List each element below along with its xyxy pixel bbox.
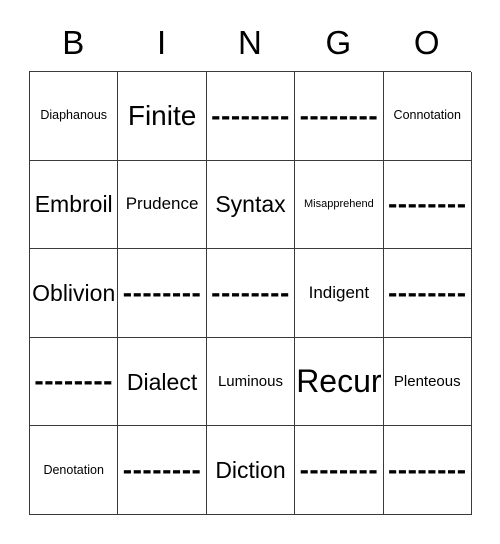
bingo-cell-label: --------: [122, 276, 202, 308]
bingo-cell-label: --------: [387, 188, 467, 220]
bingo-cell-label: --------: [211, 276, 290, 308]
bingo-header-letter-b: B: [62, 24, 85, 61]
bingo-header-letter-o: O: [413, 24, 440, 61]
bingo-cell[interactable]: Misapprehend: [295, 160, 384, 250]
bingo-cell-label: Embroil: [34, 191, 113, 218]
bingo-cell-label: --------: [299, 99, 379, 131]
bingo-cell[interactable]: Denotation: [30, 426, 119, 515]
bingo-cell-label: Recur: [296, 362, 382, 399]
bingo-cell-label: --------: [387, 453, 467, 485]
bingo-cell[interactable]: Recur: [295, 337, 384, 427]
bingo-cell[interactable]: --------: [383, 426, 472, 515]
bingo-cell[interactable]: --------: [206, 249, 296, 338]
bingo-cell[interactable]: Diction: [206, 426, 296, 515]
bingo-cell[interactable]: Prudence: [118, 160, 207, 250]
bingo-cell[interactable]: Finite: [118, 72, 207, 161]
bingo-cell[interactable]: --------: [295, 72, 384, 161]
bingo-cell-label: --------: [211, 99, 290, 131]
bingo-cell-label: --------: [299, 453, 379, 485]
bingo-cell-label: Plenteous: [393, 372, 461, 390]
bingo-row: Oblivion -------- -------- Indigent ----…: [30, 249, 472, 338]
bingo-cell[interactable]: Oblivion: [30, 249, 119, 338]
bingo-cell-label: Denotation: [43, 462, 104, 477]
bingo-header-letter-g: G: [325, 24, 352, 61]
bingo-header-letter-i: I: [157, 24, 167, 61]
bingo-row: Denotation -------- Diction -------- ---…: [30, 426, 472, 515]
bingo-row: -------- Dialect Luminous Recur Plenteou…: [30, 337, 472, 427]
bingo-cell[interactable]: Dialect: [118, 337, 207, 427]
bingo-grid: Diaphanous Finite -------- -------- Conn…: [29, 71, 472, 515]
bingo-cell[interactable]: Syntax: [206, 160, 296, 250]
bingo-cell-label: Prudence: [125, 194, 199, 214]
bingo-cell[interactable]: Embroil: [30, 160, 119, 250]
bingo-cell-label: Luminous: [217, 372, 283, 390]
bingo-cell[interactable]: --------: [295, 426, 384, 515]
bingo-header-letter-n: N: [238, 24, 262, 61]
bingo-cell-label: Oblivion: [32, 279, 116, 306]
bingo-row: Embroil Prudence Syntax Misapprehend ---…: [30, 160, 472, 250]
bingo-cell[interactable]: --------: [118, 249, 207, 338]
bingo-cell[interactable]: Diaphanous: [30, 72, 119, 161]
bingo-row: Diaphanous Finite -------- -------- Conn…: [30, 72, 472, 161]
bingo-cell-label: Dialect: [126, 368, 198, 395]
bingo-cell[interactable]: Plenteous: [383, 337, 472, 427]
bingo-card: B I N G O Diaphanous Finite -------- ---…: [29, 14, 472, 515]
bingo-cell-label: --------: [34, 365, 113, 397]
bingo-cell-label: Diction: [215, 457, 286, 484]
bingo-cell-label: --------: [387, 276, 467, 308]
bingo-cell[interactable]: --------: [30, 337, 119, 427]
bingo-cell-label: Diaphanous: [40, 108, 108, 123]
bingo-cell[interactable]: --------: [206, 72, 296, 161]
bingo-cell[interactable]: Indigent: [295, 249, 384, 338]
bingo-cell-label: --------: [122, 453, 202, 485]
bingo-cell-label: Syntax: [215, 191, 286, 218]
bingo-cell[interactable]: --------: [383, 249, 472, 338]
bingo-cell-label: Indigent: [308, 283, 370, 303]
bingo-cell[interactable]: Luminous: [206, 337, 296, 427]
bingo-cell[interactable]: --------: [383, 160, 472, 250]
bingo-header-row: B I N G O: [29, 14, 471, 71]
bingo-cell-label: Finite: [127, 100, 197, 132]
bingo-cell-label: Connotation: [393, 108, 461, 123]
bingo-cell[interactable]: --------: [118, 426, 207, 515]
bingo-cell-label: Misapprehend: [304, 197, 374, 210]
bingo-cell[interactable]: Connotation: [383, 72, 472, 161]
